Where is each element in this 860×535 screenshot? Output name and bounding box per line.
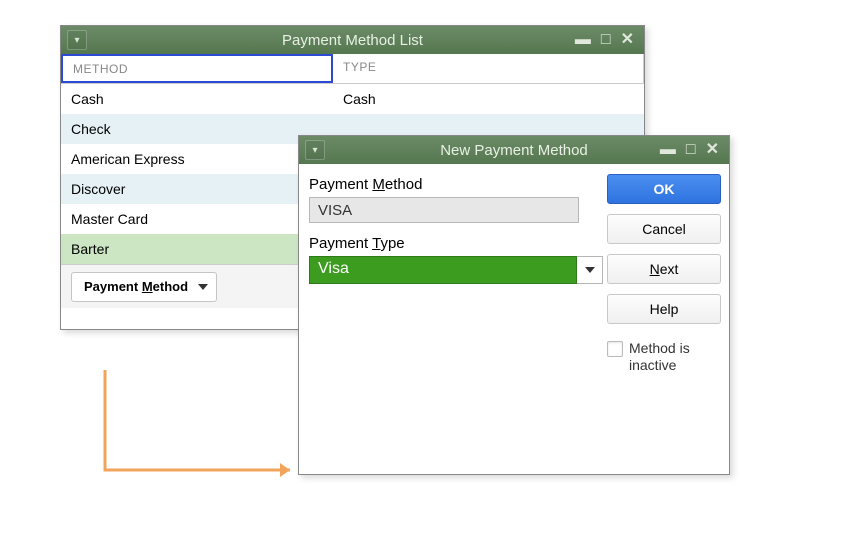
footer-btn-acc: M: [142, 279, 153, 294]
annotation-arrow: [95, 370, 315, 510]
payment-type-dropdown-button[interactable]: [577, 256, 603, 284]
chevron-down-icon: [198, 284, 208, 290]
cell-method: Check: [61, 121, 333, 137]
method-inactive-label: Method is inactive: [629, 340, 721, 374]
system-menu-icon[interactable]: ▾: [67, 30, 87, 50]
cancel-button[interactable]: Cancel: [607, 214, 721, 244]
minimize-icon[interactable]: ▬: [575, 32, 591, 48]
maximize-icon[interactable]: □: [601, 32, 611, 48]
checkbox-icon: [607, 341, 623, 357]
maximize-icon[interactable]: □: [686, 142, 696, 158]
cell-method: Discover: [61, 181, 333, 197]
next-button[interactable]: Next: [607, 254, 721, 284]
list-titlebar[interactable]: ▾ Payment Method List ▬ □ ✕: [61, 26, 644, 54]
method-inactive-checkbox[interactable]: Method is inactive: [607, 340, 721, 374]
list-column-headers: METHOD TYPE: [61, 54, 644, 84]
footer-btn-pre: Payment: [84, 279, 142, 294]
help-button[interactable]: Help: [607, 294, 721, 324]
cell-method: American Express: [61, 151, 333, 167]
payment-type-value: Visa: [309, 256, 577, 284]
cell-method: Barter: [61, 241, 333, 257]
payment-method-input[interactable]: [309, 197, 579, 223]
new-payment-method-window: ▾ New Payment Method ▬ □ ✕ Payment Metho…: [298, 135, 730, 475]
footer-btn-post: ethod: [153, 279, 188, 294]
column-header-method[interactable]: METHOD: [61, 54, 333, 83]
cell-method: Master Card: [61, 211, 333, 227]
close-icon[interactable]: ✕: [621, 32, 634, 48]
cell-method: Cash: [61, 91, 333, 107]
cell-type: Cash: [333, 91, 644, 107]
system-menu-icon[interactable]: ▾: [305, 140, 325, 160]
minimize-icon[interactable]: ▬: [660, 142, 676, 158]
payment-method-menu-button[interactable]: Payment Method: [71, 272, 217, 302]
column-header-type[interactable]: TYPE: [333, 54, 644, 83]
payment-type-select[interactable]: Visa: [309, 256, 603, 284]
chevron-down-icon: [585, 267, 595, 273]
ok-button[interactable]: OK: [607, 174, 721, 204]
table-row[interactable]: Cash Cash: [61, 84, 644, 114]
close-icon[interactable]: ✕: [706, 142, 719, 158]
list-window-title: Payment Method List: [61, 32, 644, 49]
modal-titlebar[interactable]: ▾ New Payment Method ▬ □ ✕: [299, 136, 729, 164]
payment-method-label: Payment Method: [309, 176, 603, 193]
payment-type-label: Payment Type: [309, 235, 603, 252]
